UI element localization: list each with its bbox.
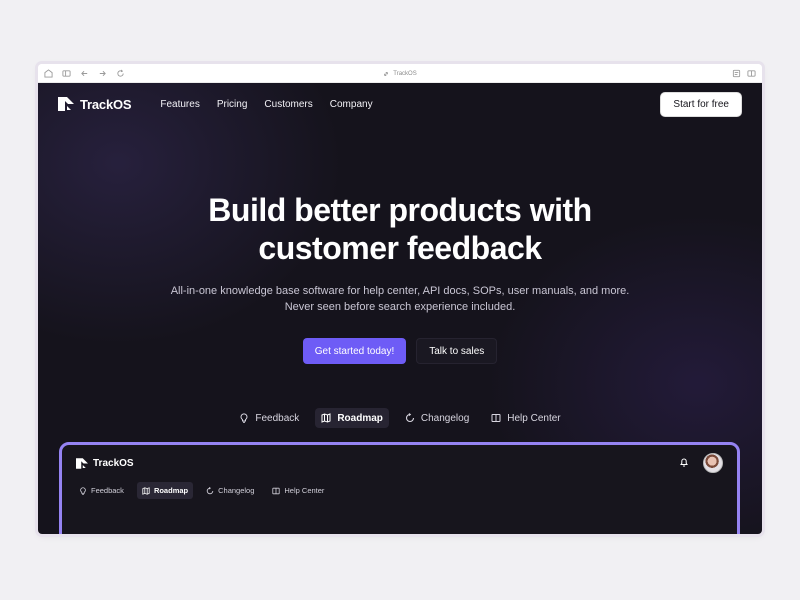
- map-icon: [321, 413, 331, 423]
- map-icon: [142, 486, 150, 495]
- tab-roadmap-label: Roadmap: [337, 412, 383, 424]
- hero-subtitle-line1: All-in-one knowledge base software for h…: [170, 285, 630, 297]
- preview-tab-roadmap[interactable]: Roadmap: [136, 482, 194, 499]
- nav-link-features[interactable]: Features: [160, 99, 199, 110]
- hero-subtitle-line2: Never seen before search experience incl…: [284, 301, 516, 313]
- nav-link-customers[interactable]: Customers: [264, 99, 312, 110]
- lightbulb-icon: [80, 486, 86, 495]
- hero-section: Build better products with customer feed…: [38, 191, 762, 364]
- sidebar-icon[interactable]: [62, 69, 71, 78]
- talk-to-sales-button[interactable]: Talk to sales: [416, 338, 498, 364]
- preview-tab-roadmap-label: Roadmap: [153, 486, 189, 495]
- back-arrow-icon[interactable]: [80, 69, 89, 78]
- hero-title: Build better products with customer feed…: [38, 191, 762, 267]
- shield-icon[interactable]: [44, 68, 53, 78]
- tab-feedback[interactable]: Feedback: [233, 408, 305, 428]
- link-icon: [384, 71, 389, 76]
- reader-icon[interactable]: [732, 69, 741, 78]
- preview-tab-feedback-label: Feedback: [91, 486, 124, 495]
- preview-tabs: Feedback Roadmap Changelog Help Center: [74, 482, 329, 499]
- nav-link-company[interactable]: Company: [330, 99, 373, 110]
- top-nav: TrackOS Features Pricing Customers Compa…: [38, 83, 762, 125]
- preview-tab-changelog[interactable]: Changelog: [201, 482, 259, 499]
- tab-roadmap[interactable]: Roadmap: [315, 408, 389, 428]
- start-for-free-button[interactable]: Start for free: [660, 91, 742, 117]
- website: TrackOS Features Pricing Customers Compa…: [38, 83, 762, 534]
- preview-tab-help-center[interactable]: Help Center: [267, 482, 329, 499]
- hero-subtitle: All-in-one knowledge base software for h…: [38, 283, 762, 315]
- tab-changelog-label: Changelog: [420, 412, 470, 424]
- hero-title-line1: Build better products with: [208, 192, 592, 228]
- changelog-icon: [206, 486, 214, 494]
- preview-brand: TrackOS: [76, 458, 134, 469]
- browser-toolbar: TrackOS: [38, 64, 762, 83]
- brand-name: TrackOS: [80, 96, 132, 112]
- feature-tabs: Feedback Roadmap Changelog Help Center: [38, 408, 762, 428]
- book-icon: [491, 414, 501, 422]
- nav-menu: Features Pricing Customers Company: [160, 99, 372, 110]
- lightbulb-icon: [240, 413, 248, 423]
- bell-icon[interactable]: [679, 454, 689, 472]
- tab-feedback-label: Feedback: [255, 412, 300, 424]
- preview-tab-help-center-label: Help Center: [284, 486, 325, 495]
- hero-actions: Get started today! Talk to sales: [38, 338, 762, 364]
- preview-tab-feedback[interactable]: Feedback: [74, 482, 129, 499]
- brand-logo[interactable]: TrackOS: [58, 96, 132, 112]
- tab-help-center-label: Help Center: [507, 412, 561, 424]
- reload-icon[interactable]: [116, 69, 125, 78]
- book-icon: [272, 487, 280, 494]
- split-view-icon[interactable]: [747, 69, 756, 78]
- preview-brand-name: TrackOS: [93, 457, 134, 469]
- avatar[interactable]: [703, 453, 723, 473]
- preview-header: TrackOS: [76, 453, 723, 473]
- trackos-logo-icon: [58, 97, 74, 111]
- tab-changelog[interactable]: Changelog: [399, 408, 475, 428]
- tab-help-center[interactable]: Help Center: [485, 408, 566, 428]
- address-text: TrackOS: [393, 70, 417, 77]
- hero-title-line2: customer feedback: [258, 230, 542, 266]
- trackos-logo-icon: [76, 457, 88, 469]
- preview-tab-changelog-label: Changelog: [218, 486, 255, 495]
- address-bar[interactable]: TrackOS: [38, 64, 762, 83]
- changelog-icon: [405, 413, 414, 423]
- app-preview: TrackOS Feedback Roadmap Changelog Help …: [59, 442, 740, 534]
- browser-window: TrackOS TrackOS Features Pricing Custome…: [38, 64, 762, 534]
- get-started-button[interactable]: Get started today!: [302, 338, 407, 364]
- forward-arrow-icon[interactable]: [98, 69, 107, 78]
- nav-link-pricing[interactable]: Pricing: [217, 99, 248, 110]
